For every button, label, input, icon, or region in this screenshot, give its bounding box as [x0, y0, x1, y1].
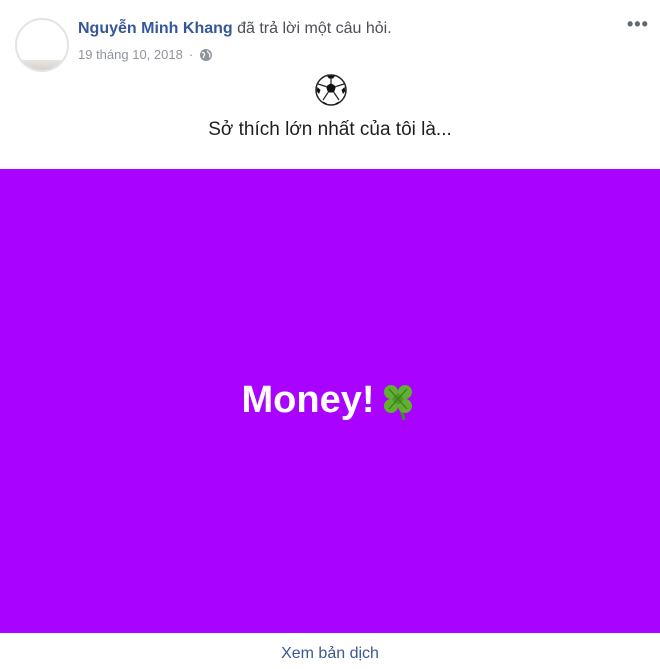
- answer-card[interactable]: Money!: [0, 169, 660, 633]
- four-leaf-clover-icon: [377, 380, 419, 422]
- post-meta: 19 tháng 10, 2018 ·: [78, 47, 213, 62]
- more-options-icon[interactable]: •••: [627, 14, 649, 35]
- meta-separator: ·: [188, 47, 194, 62]
- author-name[interactable]: Nguyễn Minh Khang: [78, 20, 233, 37]
- post-action-text: đã trả lời một câu hỏi.: [237, 20, 392, 37]
- post-date[interactable]: 19 tháng 10, 2018: [78, 47, 183, 62]
- soccer-ball-icon: [314, 73, 348, 107]
- avatar[interactable]: [15, 18, 69, 72]
- see-translation-link[interactable]: Xem bản dịch: [0, 645, 660, 663]
- answer-text: Money!: [241, 379, 375, 421]
- question-post: Nguyễn Minh Khang đã trả lời một câu hỏi…: [0, 0, 660, 669]
- answer-line: Money!: [0, 379, 660, 422]
- post-title-line: Nguyễn Minh Khang đã trả lời một câu hỏi…: [78, 20, 392, 38]
- question-text: Sở thích lớn nhất của tôi là...: [208, 119, 452, 140]
- post-header: Nguyễn Minh Khang đã trả lời một câu hỏi…: [0, 0, 660, 80]
- globe-icon[interactable]: [199, 48, 213, 62]
